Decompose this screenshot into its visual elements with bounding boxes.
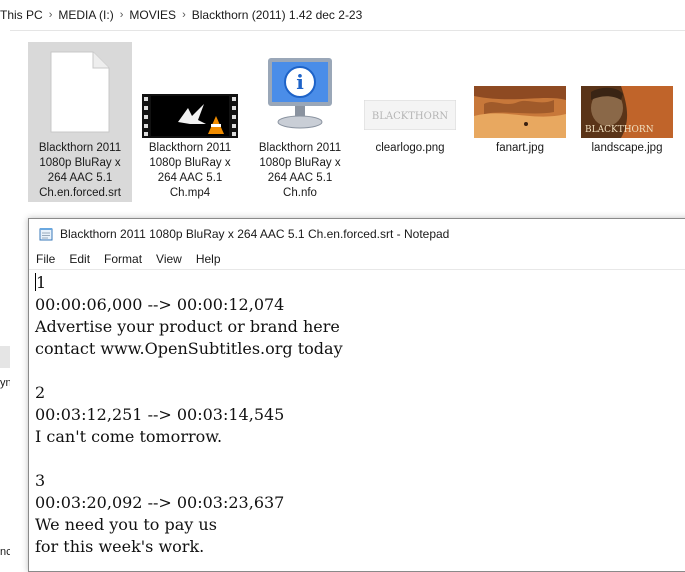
file-name: Blackthorn 2011 1080p BluRay x 264 AAC 5… [148,142,232,199]
text-line [35,360,685,382]
svg-text:i: i [296,70,304,94]
menu-edit[interactable]: Edit [69,252,90,266]
file-name: Blackthorn 2011 1080p BluRay x 264 AAC 5… [258,142,342,199]
text-line: 1 [35,273,47,292]
navigation-pane-item[interactable]: yn [0,377,10,389]
menu-help[interactable]: Help [196,252,221,266]
video-thumbnail [142,94,238,138]
file-item-mp4[interactable]: Blackthorn 2011 1080p BluRay x 264 AAC 5… [138,42,242,202]
navigation-pane: yn nc [0,30,10,568]
breadcrumb: This PC › MEDIA (I:) › MOVIES › Blacktho… [0,0,685,31]
info-monitor-icon: i [268,58,332,129]
notepad-title-bar[interactable]: Blackthorn 2011 1080p BluRay x 264 AAC 5… [29,219,685,249]
file-explorer-window: This PC › MEDIA (I:) › MOVIES › Blacktho… [0,0,685,572]
file-name: fanart.jpg [496,142,544,154]
text-line: 3 [35,471,46,490]
text-line [35,448,685,470]
breadcrumb-movies[interactable]: MOVIES [125,8,180,22]
navigation-pane-item[interactable]: nc [0,546,10,558]
text-line: I can't come tomorrow. [35,427,223,446]
svg-text:BLACKTHORN: BLACKTHORN [585,125,654,135]
chevron-right-icon[interactable]: › [180,9,188,21]
file-item-nfo[interactable]: i Blackthorn 2011 1080p BluRay x 264 AAC… [248,42,352,202]
file-item-landscape[interactable]: BLACKTHORN landscape.jpg [575,42,679,202]
text-line: 00:00:06,000 --> 00:00:12,074 [35,295,285,314]
clearlogo-thumbnail: BLACKTHORN [364,100,456,130]
text-line: Advertise your product or brand here [35,317,340,336]
text-line: for this week's work. [35,537,205,556]
fanart-thumbnail [474,86,566,138]
chevron-right-icon[interactable]: › [118,9,126,21]
file-list: Blackthorn 2011 1080p BluRay x 264 AAC 5… [28,42,685,202]
document-icon [50,51,110,133]
text-line: 2 [35,383,46,402]
file-item-srt[interactable]: Blackthorn 2011 1080p BluRay x 264 AAC 5… [28,42,132,202]
notepad-window: Blackthorn 2011 1080p BluRay x 264 AAC 5… [28,218,685,572]
text-line: 00:03:20,092 --> 00:03:23,637 [35,493,285,512]
file-item-fanart[interactable]: fanart.jpg [468,42,572,202]
breadcrumb-this-pc[interactable]: This PC [0,8,47,22]
menu-format[interactable]: Format [104,252,142,266]
breadcrumb-media-drive[interactable]: MEDIA (I:) [54,8,117,22]
navigation-pane-selected-item[interactable] [0,346,10,368]
notepad-menu-bar: File Edit Format View Help [29,249,685,269]
file-name: landscape.jpg [591,142,663,154]
landscape-thumbnail: BLACKTHORN [581,86,673,138]
chevron-right-icon[interactable]: › [47,9,55,21]
notepad-icon [39,228,53,241]
notepad-title: Blackthorn 2011 1080p BluRay x 264 AAC 5… [60,227,450,241]
menu-view[interactable]: View [156,252,182,266]
file-name: clearlogo.png [375,142,445,154]
notepad-text-area[interactable]: 1 00:00:06,000 --> 00:00:12,074 Advertise … [29,269,685,571]
breadcrumb-current-folder[interactable]: Blackthorn (2011) 1.42 dec 2-23 [188,8,367,22]
text-line: contact www.OpenSubtitles.org today [35,339,343,358]
file-name: Blackthorn 2011 1080p BluRay x 264 AAC 5… [38,142,122,199]
text-line: 00:03:12,251 --> 00:03:14,545 [35,405,285,424]
file-item-clearlogo[interactable]: BLACKTHORN clearlogo.png [358,42,462,202]
text-line: We need you to pay us [35,515,217,534]
svg-text:BLACKTHORN: BLACKTHORN [372,111,448,122]
menu-file[interactable]: File [36,252,55,266]
